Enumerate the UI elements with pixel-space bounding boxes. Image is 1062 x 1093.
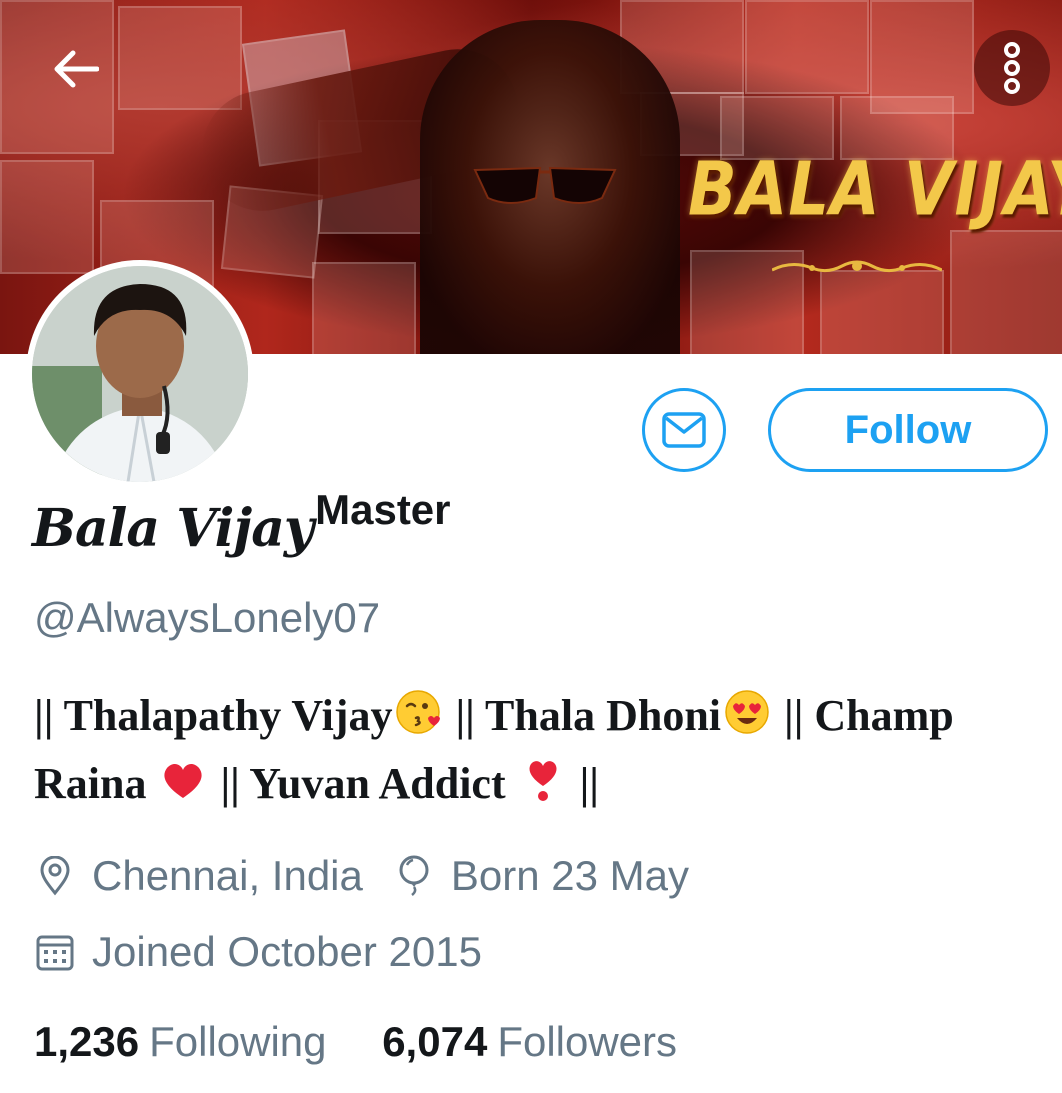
bio-text: || [568,759,599,808]
bio-text: || Thala Dhoni [444,691,722,740]
followers-label: Followers [497,1018,678,1065]
location-pin-icon [34,855,76,897]
back-button[interactable] [44,38,106,100]
arrow-left-icon [54,50,99,88]
profile-meta-row: Chennai, India Born 23 May [34,852,689,900]
display-name-suffix: Master [315,486,451,533]
bio-text: || Thalapathy Vijay [34,691,393,740]
sunglasses-graphic [473,166,617,204]
banner-collage-tile [312,262,416,354]
profile-avatar[interactable] [26,260,254,488]
more-options-button[interactable] [974,30,1050,106]
display-name: Bala VijayMaster [32,486,451,559]
display-name-text: Bala Vijay [32,498,314,559]
following-stat-link[interactable]: 1,236 Following [34,1018,327,1066]
avatar-photo [32,266,248,482]
balloon-icon [393,855,435,897]
envelope-icon [662,412,706,448]
followers-stat-link[interactable]: 6,074 Followers [382,1018,677,1066]
banner-collage-tile [745,0,869,94]
avatar-portrait-graphic [32,266,248,482]
message-button[interactable] [642,388,726,472]
red-heart-emoji-icon [164,763,203,798]
banner-collage-tile [950,230,1062,354]
banner-collage-tile [820,270,944,354]
joined-date-text: Joined October 2015 [92,928,482,975]
bio-text: || Yuvan Addict [209,759,517,808]
location-text: Chennai, India [92,852,363,899]
birthday-text: Born 23 May [450,852,689,899]
following-label: Following [149,1018,327,1065]
more-vertical-icon [1004,42,1020,94]
heavy-heart-exclamation-emoji-icon [529,761,557,801]
profile-bio: || Thalapathy Vijay || Thala Dhoni || Ch… [34,682,1034,818]
face-blowing-kiss-emoji-icon [396,690,441,734]
profile-stats: 1,236 Following 6,074 Followers [34,1018,677,1066]
heart-eyes-emoji-icon [725,690,769,734]
follow-button[interactable]: Follow [768,388,1048,472]
banner-collage-tile [0,160,94,274]
banner-collage-tile [118,6,242,110]
profile-meta-row: Joined October 2015 [34,928,482,976]
user-handle: @AlwaysLonely07 [34,594,381,641]
calendar-icon [34,931,76,973]
followers-count: 6,074 [382,1018,488,1065]
banner-title: BALA VIJAY [688,148,1062,234]
following-count: 1,236 [34,1018,140,1065]
ornament-flourish [772,260,942,273]
